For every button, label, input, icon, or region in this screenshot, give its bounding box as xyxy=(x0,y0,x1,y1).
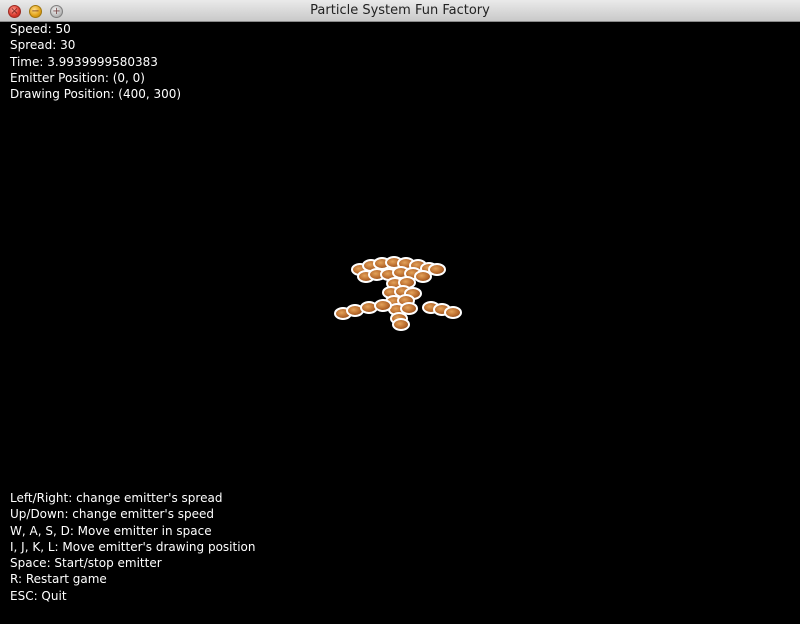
help-line-restart: R: Restart game xyxy=(10,572,107,587)
help-line-start-stop: Space: Start/stop emitter xyxy=(10,556,162,571)
emitter-position-readout: Emitter Position: (0, 0) xyxy=(10,70,145,85)
time-readout: Time: 3.9939999580383 xyxy=(10,54,158,69)
stats-overlay: Speed: 50 Spread: 30 Time: 3.99399995803… xyxy=(10,21,181,102)
help-line-quit: ESC: Quit xyxy=(10,588,67,603)
drawing-position-readout: Drawing Position: (400, 300) xyxy=(10,87,182,102)
controls-help: Left/Right: change emitter's spread Up/D… xyxy=(10,490,256,604)
particle xyxy=(414,270,432,283)
game-window: × − + Particle System Fun Factory Speed:… xyxy=(0,0,800,624)
help-line-drawing-position: I, J, K, L: Move emitter's drawing posit… xyxy=(10,539,256,554)
spread-readout: Spread: 30 xyxy=(10,38,76,53)
help-line-spread: Left/Right: change emitter's spread xyxy=(10,491,223,505)
help-line-speed: Up/Down: change emitter's speed xyxy=(10,507,215,522)
particle xyxy=(444,306,462,319)
particle xyxy=(392,318,410,331)
particle xyxy=(374,299,392,312)
speed-readout: Speed: 50 xyxy=(10,22,71,36)
help-line-move-emitter: W, A, S, D: Move emitter in space xyxy=(10,523,212,538)
